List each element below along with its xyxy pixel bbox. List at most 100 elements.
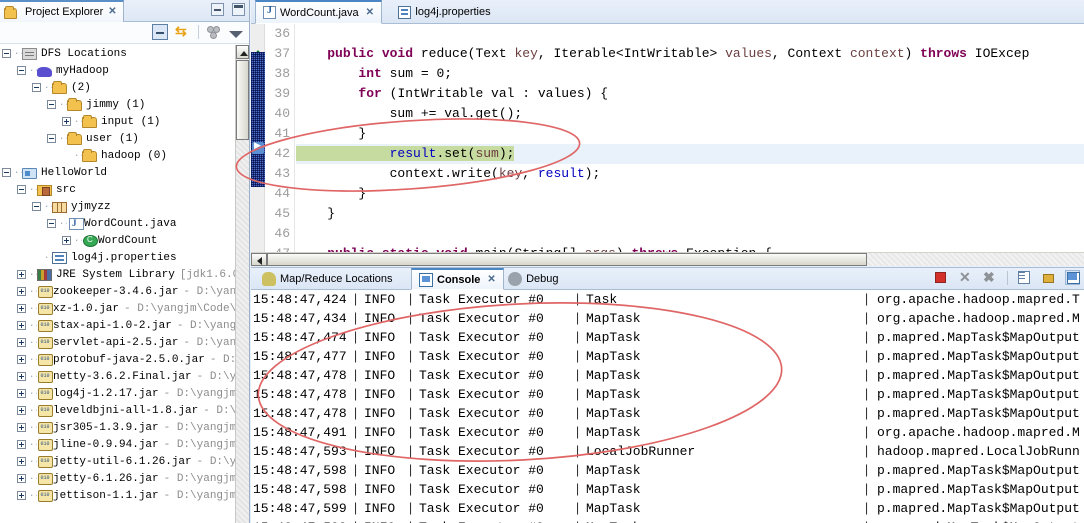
tree-item-label: xz-1.0.jar <box>53 302 120 315</box>
tree-item[interactable]: ·· HelloWorld <box>0 164 235 181</box>
tree-item[interactable]: ·· leveldbjni-all-1.8.jar - D:\ya <box>0 402 235 419</box>
tree-item[interactable]: ·· (2) <box>0 79 235 96</box>
tab-project-explorer[interactable]: Project Explorer ✕ <box>0 0 124 22</box>
close-icon[interactable]: ✕ <box>108 7 116 17</box>
editor-horizontal-scrollbar[interactable] <box>251 252 1084 266</box>
expand-icon[interactable] <box>17 270 26 279</box>
collapse-icon[interactable] <box>17 185 26 194</box>
code-line[interactable]: public static void main(String[] args) t… <box>296 244 1084 252</box>
collapse-icon[interactable] <box>17 66 26 75</box>
scroll-lock-button[interactable] <box>1041 270 1056 285</box>
tree-item[interactable]: ·· hadoop (0) <box>0 147 235 164</box>
code-line[interactable]: sum += val.get(); <box>296 104 1084 124</box>
remove-launch-button[interactable]: ✕ <box>959 270 974 285</box>
console-log-level: INFO <box>364 311 396 326</box>
tree-item[interactable]: ·· WordCount.java <box>0 215 235 232</box>
console-logger-name: hadoop.mapred.LocalJobRunn <box>877 444 1080 459</box>
expand-icon[interactable] <box>17 440 26 449</box>
editor-hscroll-track[interactable] <box>267 253 1084 266</box>
close-icon[interactable]: ✕ <box>487 274 495 285</box>
expand-icon[interactable] <box>17 389 26 398</box>
code-line[interactable]: public void reduce(Text key, Iterable<In… <box>296 44 1084 64</box>
source-code[interactable]: public void reduce(Text key, Iterable<In… <box>296 24 1084 252</box>
tree-item[interactable]: ·· jetty-6.1.26.jar - D:\yangjm\C <box>0 470 235 487</box>
code-line[interactable]: context.write(key, result); <box>296 164 1084 184</box>
minimize-view-button[interactable] <box>211 3 224 16</box>
expand-icon[interactable] <box>17 372 26 381</box>
console-panel-tab-map-reduce-locations[interactable]: Map/Reduce Locations <box>255 268 400 290</box>
tree-item[interactable]: ·· input (1) <box>0 113 235 130</box>
expand-icon[interactable] <box>62 236 71 245</box>
tree-item[interactable]: ·· netty-3.6.2.Final.jar - D:\yan <box>0 368 235 385</box>
collapse-icon[interactable] <box>47 219 56 228</box>
collapse-icon[interactable] <box>32 202 41 211</box>
console-panel-tab-console[interactable]: Console ✕ <box>411 268 504 290</box>
tree-item[interactable]: ·· stax-api-1.0-2.jar - D:\yangjm <box>0 317 235 334</box>
collapse-icon[interactable] <box>47 100 56 109</box>
tree-item[interactable]: ·· yjmyzz <box>0 198 235 215</box>
code-area[interactable]: 36373839404142434445464748 public void r… <box>251 24 1084 266</box>
tree-item[interactable]: ·· jimmy (1) <box>0 96 235 113</box>
code-line[interactable]: } <box>296 184 1084 204</box>
tree-item[interactable]: ·· servlet-api-2.5.jar - D:\yangj <box>0 334 235 351</box>
tree-item[interactable]: ·· jsr305-1.3.9.jar - D:\yangjm\C <box>0 419 235 436</box>
tree-item[interactable]: ·· user (1) <box>0 130 235 147</box>
tree-item[interactable]: ·· log4j.properties <box>0 249 235 266</box>
code-line[interactable]: result.set(sum); <box>296 144 1084 164</box>
editor-hscroll-thumb[interactable] <box>267 253 867 266</box>
terminate-button[interactable] <box>935 270 950 285</box>
expand-icon[interactable] <box>62 117 71 126</box>
code-line[interactable]: } <box>296 124 1084 144</box>
tree-item[interactable]: ·· zookeeper-3.4.6.jar - D:\yangj <box>0 283 235 300</box>
scroll-thumb[interactable] <box>236 60 249 140</box>
view-menu-icon[interactable] <box>229 31 243 38</box>
console-panel-tab-debug[interactable]: Debug <box>501 268 565 290</box>
expand-icon[interactable] <box>17 304 26 313</box>
tree-item[interactable]: ·· WordCount <box>0 232 235 249</box>
tree-item[interactable]: ·· xz-1.0.jar - D:\yangjm\Code\st <box>0 300 235 317</box>
editor-tab-wordcount-java[interactable]: WordCount.java ✕ <box>255 0 383 24</box>
remove-all-terminated-button[interactable]: ✖ <box>983 270 998 285</box>
close-icon[interactable]: ✕ <box>366 7 374 18</box>
collapse-icon[interactable] <box>2 168 11 177</box>
maximize-view-button[interactable] <box>232 3 245 16</box>
code-line[interactable]: } <box>296 204 1084 224</box>
tree-item[interactable]: ·· src <box>0 181 235 198</box>
tree-item[interactable]: ·· myHadoop <box>0 62 235 79</box>
tree-item[interactable]: ·· jline-0.9.94.jar - D:\yangjm\C <box>0 436 235 453</box>
expand-icon[interactable] <box>17 474 26 483</box>
link-with-editor-icon[interactable]: ⇆ <box>175 24 191 40</box>
tree-item[interactable]: ·· log4j-1.2.17.jar - D:\yangjm\C <box>0 385 235 402</box>
expand-icon[interactable] <box>17 355 26 364</box>
tree-item[interactable]: ·· jettison-1.1.jar - D:\yangjm\C <box>0 487 235 504</box>
expand-icon[interactable] <box>17 457 26 466</box>
tree-item[interactable]: ·· jetty-util-6.1.26.jar - D:\yan <box>0 453 235 470</box>
project-explorer-scrollbar[interactable] <box>235 45 249 523</box>
editor-tab-log4j-properties[interactable]: log4j.properties <box>391 0 497 24</box>
expand-icon[interactable] <box>17 423 26 432</box>
collapse-icon[interactable] <box>47 134 56 143</box>
tree-item[interactable]: ·· protobuf-java-2.5.0.jar - D:\y <box>0 351 235 368</box>
display-selected-console-button[interactable] <box>1065 270 1080 285</box>
project-tree[interactable]: ·· DFS Locations ·· myHadoop ·· (2) ·· jimmy (1… <box>0 45 235 523</box>
tree-item[interactable]: ·· JRE System Library [jdk1.6.0_4 <box>0 266 235 283</box>
code-line[interactable] <box>296 24 1084 44</box>
scroll-up-button[interactable] <box>236 45 249 59</box>
view-filter-icon[interactable] <box>206 24 222 40</box>
expand-icon[interactable] <box>17 338 26 347</box>
tree-item[interactable]: ·· DFS Locations <box>0 45 235 62</box>
editor-annotation-ruler[interactable] <box>251 24 265 252</box>
scroll-left-button[interactable] <box>251 253 267 266</box>
code-line[interactable]: int sum = 0; <box>296 64 1084 84</box>
expand-icon[interactable] <box>17 406 26 415</box>
collapse-icon[interactable] <box>2 49 11 58</box>
clear-console-button[interactable] <box>1017 270 1032 285</box>
collapse-all-icon[interactable] <box>152 24 168 40</box>
expand-icon[interactable] <box>17 321 26 330</box>
console-output[interactable]: 15:48:47,424 | INFO | Task Executor #0 | Task |… <box>251 290 1084 523</box>
code-line[interactable] <box>296 224 1084 244</box>
expand-icon[interactable] <box>17 287 26 296</box>
expand-icon[interactable] <box>17 491 26 500</box>
code-line[interactable]: for (IntWritable val : values) { <box>296 84 1084 104</box>
collapse-icon[interactable] <box>32 83 41 92</box>
